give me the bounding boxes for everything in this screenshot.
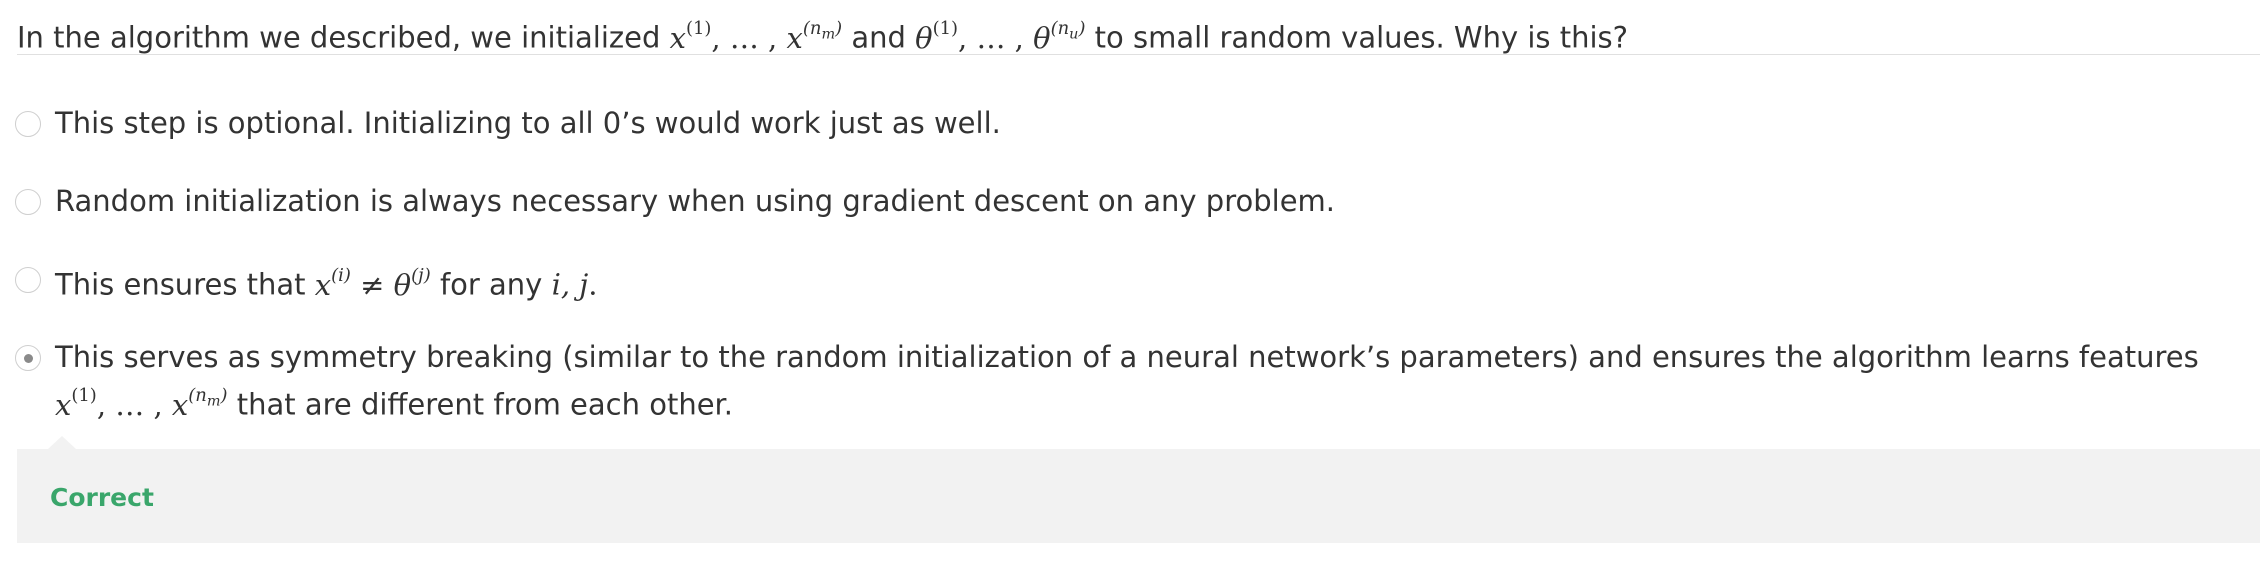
option-3-text-mid: for any <box>439 267 543 302</box>
answer-option-1[interactable]: This step is optional. Initializing to a… <box>15 106 2248 144</box>
radio-button-option-3[interactable] <box>15 267 41 293</box>
option-3-label: This ensures that x(i) ≠ θ(j) for any i,… <box>55 258 597 306</box>
answer-option-3[interactable]: This ensures that x(i) ≠ θ(j) for any i,… <box>15 265 2248 306</box>
option-1-label: This step is optional. Initializing to a… <box>55 106 1001 140</box>
question-text-mid: and <box>851 20 906 55</box>
radio-button-option-2[interactable] <box>15 189 41 215</box>
question-text-before: In the algorithm we described, we initia… <box>17 20 661 55</box>
radio-button-option-4-selected[interactable] <box>15 345 41 371</box>
option-3-text-before: This ensures that <box>55 267 306 302</box>
feedback-panel: Correct <box>17 436 2260 543</box>
option-2-label: Random initialization is always necessar… <box>55 184 1336 218</box>
math-x-features: x(1), … , x(nm) <box>55 385 228 422</box>
math-i-j: i, j. <box>551 267 598 302</box>
question-prompt: In the algorithm we described, we initia… <box>17 0 2260 55</box>
answer-option-4[interactable]: This serves as symmetry breaking (simila… <box>15 340 2248 426</box>
math-x-range: x(1), … , x(nm) <box>669 18 843 55</box>
option-4-text-before: This serves as symmetry breaking (simila… <box>55 340 2199 374</box>
option-4-label: This serves as symmetry breaking (simila… <box>55 336 2248 426</box>
feedback-correct-label: Correct <box>50 483 154 512</box>
radio-button-option-1[interactable] <box>15 111 41 137</box>
answer-option-2[interactable]: Random initialization is always necessar… <box>15 184 2248 222</box>
math-theta-range: θ(1), … , θ(nu) <box>915 18 1086 55</box>
math-x-neq-theta: x(i) ≠ θ(j) <box>314 265 431 302</box>
option-4-text-after: that are different from each other. <box>236 387 734 422</box>
question-text-after: to small random values. Why is this? <box>1094 20 1629 55</box>
